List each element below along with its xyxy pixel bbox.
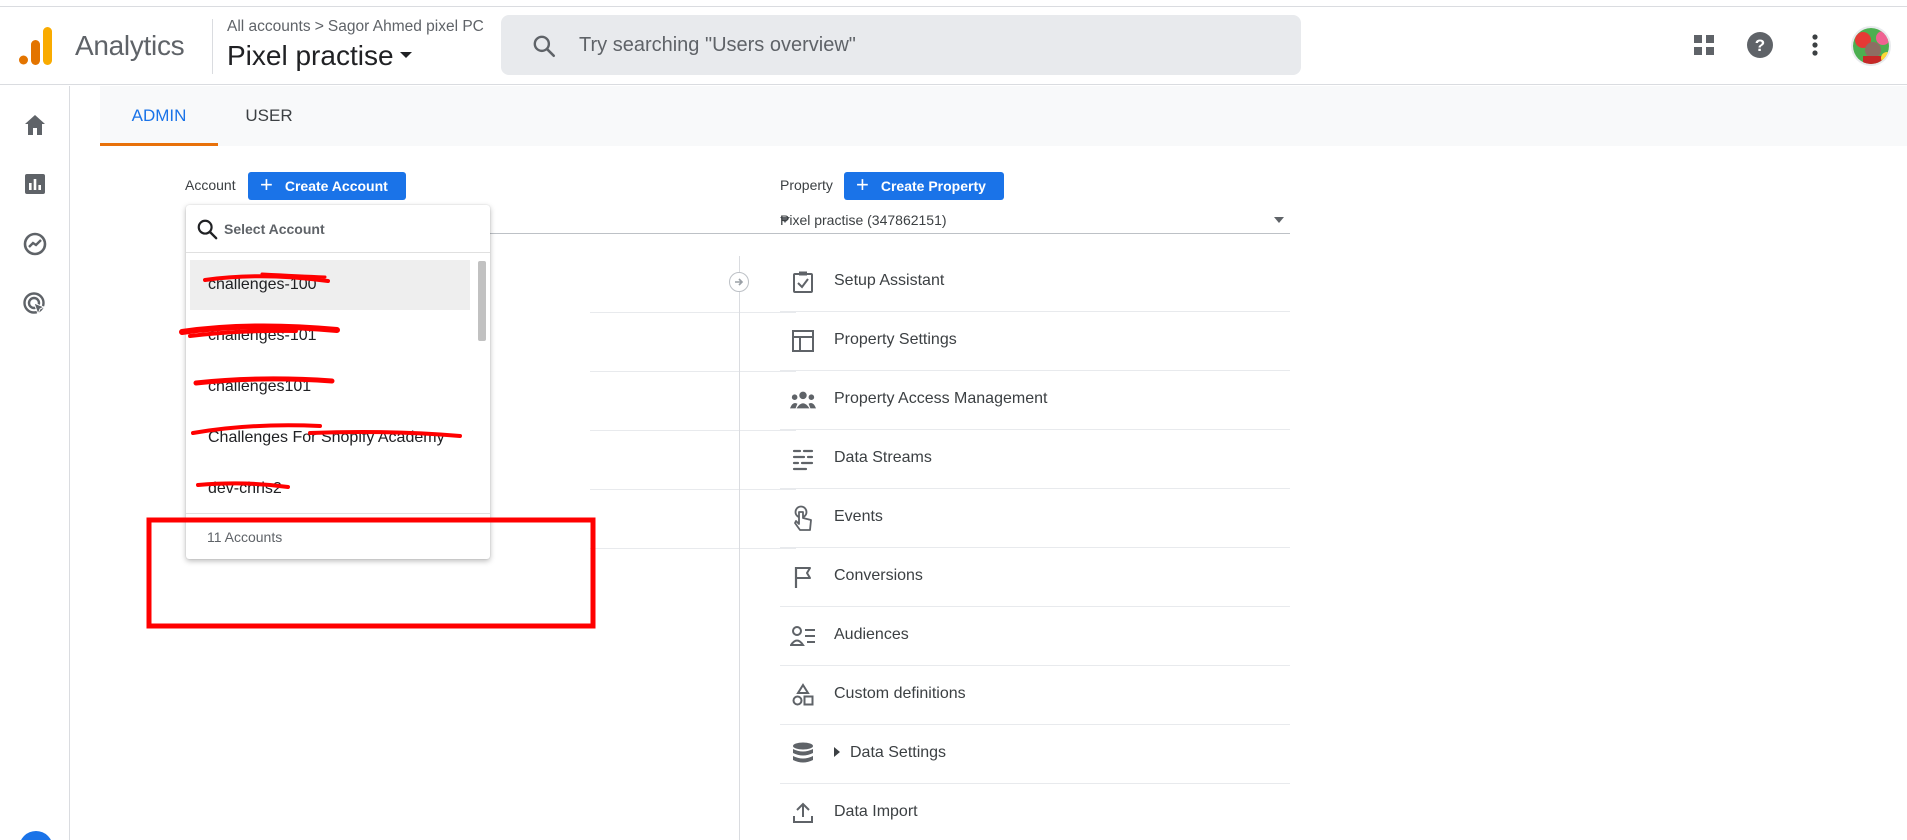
row-divider (590, 371, 796, 372)
audiences-item[interactable]: Audiences (780, 607, 1290, 666)
touch-icon (790, 505, 816, 531)
scrollbar-thumb[interactable] (478, 261, 486, 341)
audience-icon (790, 623, 816, 649)
top-border (0, 0, 1907, 7)
conversions-label: Conversions (834, 567, 923, 584)
accounts-count: 11 Accounts (186, 513, 490, 559)
left-navigation (0, 86, 70, 840)
row-divider (590, 312, 796, 313)
create-account-button[interactable]: + Create Account (248, 172, 406, 200)
tab-user[interactable]: USER (218, 86, 320, 146)
property-settings-item[interactable]: Property Settings (780, 312, 1290, 371)
property-select[interactable]: Pixel practise (347862151) (780, 208, 1290, 234)
account-list-scrollbar[interactable] (476, 257, 488, 513)
account-search-input[interactable] (224, 217, 474, 241)
search-bar[interactable] (501, 15, 1301, 75)
app-name: Analytics (75, 30, 185, 61)
search-input[interactable] (579, 27, 1269, 63)
nav-home[interactable] (20, 110, 50, 140)
events-item[interactable]: Events (780, 489, 1290, 548)
events-label: Events (834, 508, 883, 525)
dropdown-arrow-icon (1274, 217, 1284, 223)
flag-icon (790, 564, 816, 590)
data-settings-item[interactable]: Data Settings (780, 725, 1290, 784)
plus-icon: + (260, 172, 273, 197)
data-settings-text: Data Settings (850, 744, 947, 761)
breadcrumb-root[interactable]: All accounts (227, 18, 311, 35)
avatar-image-icon (1853, 28, 1889, 64)
more-vert-icon (1812, 34, 1818, 56)
admin-tabs: ADMIN USER (100, 86, 1907, 146)
svg-text:?: ? (1755, 36, 1765, 55)
breadcrumb-account[interactable]: Sagor Ahmed pixel PC (328, 18, 484, 35)
analytics-logo-icon[interactable] (18, 26, 53, 66)
create-account-label: Create Account (284, 178, 388, 194)
app-header: Analytics All accounts > Sagor Ahmed pixel… (0, 7, 1907, 85)
nav-advertising[interactable] (20, 289, 50, 319)
advertising-icon (23, 292, 46, 316)
checklist-icon (790, 269, 816, 295)
account-label: Account (185, 177, 236, 193)
expand-arrow-icon[interactable] (834, 747, 840, 757)
row-divider (590, 489, 796, 490)
property-access-management-item[interactable]: Property Access Management (780, 371, 1290, 430)
breadcrumb[interactable]: All accounts > Sagor Ahmed pixel PC (227, 18, 484, 36)
conversions-item[interactable]: Conversions (780, 548, 1290, 607)
more-options-button[interactable] (1797, 27, 1833, 63)
row-divider (590, 430, 796, 431)
data-streams-label: Data Streams (834, 449, 932, 466)
custom-definitions-item[interactable]: Custom definitions (780, 666, 1290, 725)
list-item[interactable]: challenges-101 (190, 311, 470, 361)
list-item[interactable]: challenges101 (190, 362, 470, 412)
setup-assistant-item[interactable]: Setup Assistant (780, 253, 1290, 312)
shapes-icon (790, 682, 816, 708)
nav-explore[interactable] (20, 229, 50, 259)
property-picker-label: Pixel practise (227, 40, 394, 71)
reports-icon (25, 174, 45, 194)
layout-icon (790, 328, 816, 354)
caret-down-icon (399, 51, 412, 58)
row-divider (590, 548, 796, 549)
search-icon (533, 35, 556, 58)
apps-grid-icon (1694, 35, 1714, 55)
account-search[interactable] (186, 205, 490, 253)
breadcrumb-separator: > (314, 18, 324, 35)
data-import-item[interactable]: Data Import (780, 784, 1290, 840)
list-item[interactable]: dev-chris2 (190, 464, 470, 513)
setup-assistant-label: Setup Assistant (834, 272, 945, 289)
property-access-management-label: Property Access Management (834, 390, 1048, 407)
streams-icon (790, 446, 816, 472)
custom-definitions-label: Custom definitions (834, 685, 966, 702)
list-item[interactable]: Challenges For Shopify Academy (190, 413, 470, 463)
tab-admin[interactable]: ADMIN (100, 86, 218, 146)
database-icon (790, 741, 816, 767)
arrow-right-circle-icon (729, 272, 749, 292)
data-import-label: Data Import (834, 803, 918, 820)
plus-icon: + (856, 172, 869, 197)
property-settings-label: Property Settings (834, 331, 957, 348)
apps-button[interactable] (1686, 27, 1722, 63)
people-icon (790, 387, 816, 413)
explore-icon (23, 232, 47, 256)
account-list: challenges-100 challenges-101 challenges… (186, 255, 490, 513)
data-settings-label: Data Settings (834, 744, 946, 762)
account-dropdown: challenges-100 challenges-101 challenges… (186, 205, 490, 559)
upload-icon (790, 800, 816, 826)
nav-reports[interactable] (20, 169, 50, 199)
audiences-label: Audiences (834, 626, 909, 643)
list-item[interactable]: challenges-100 (190, 260, 470, 310)
column-separator (739, 256, 740, 840)
property-select-value: Pixel practise (347862151) (780, 212, 947, 228)
help-icon: ? (1747, 32, 1773, 58)
create-property-button[interactable]: + Create Property (844, 172, 1004, 200)
header-divider (212, 19, 213, 74)
property-label: Property (780, 177, 833, 193)
home-icon (25, 115, 45, 135)
help-button[interactable]: ? (1742, 27, 1778, 63)
search-icon (197, 219, 218, 240)
create-property-label: Create Property (880, 178, 986, 194)
property-picker[interactable]: Pixel practise (227, 40, 412, 72)
avatar[interactable] (1851, 26, 1891, 66)
data-streams-item[interactable]: Data Streams (780, 430, 1290, 489)
